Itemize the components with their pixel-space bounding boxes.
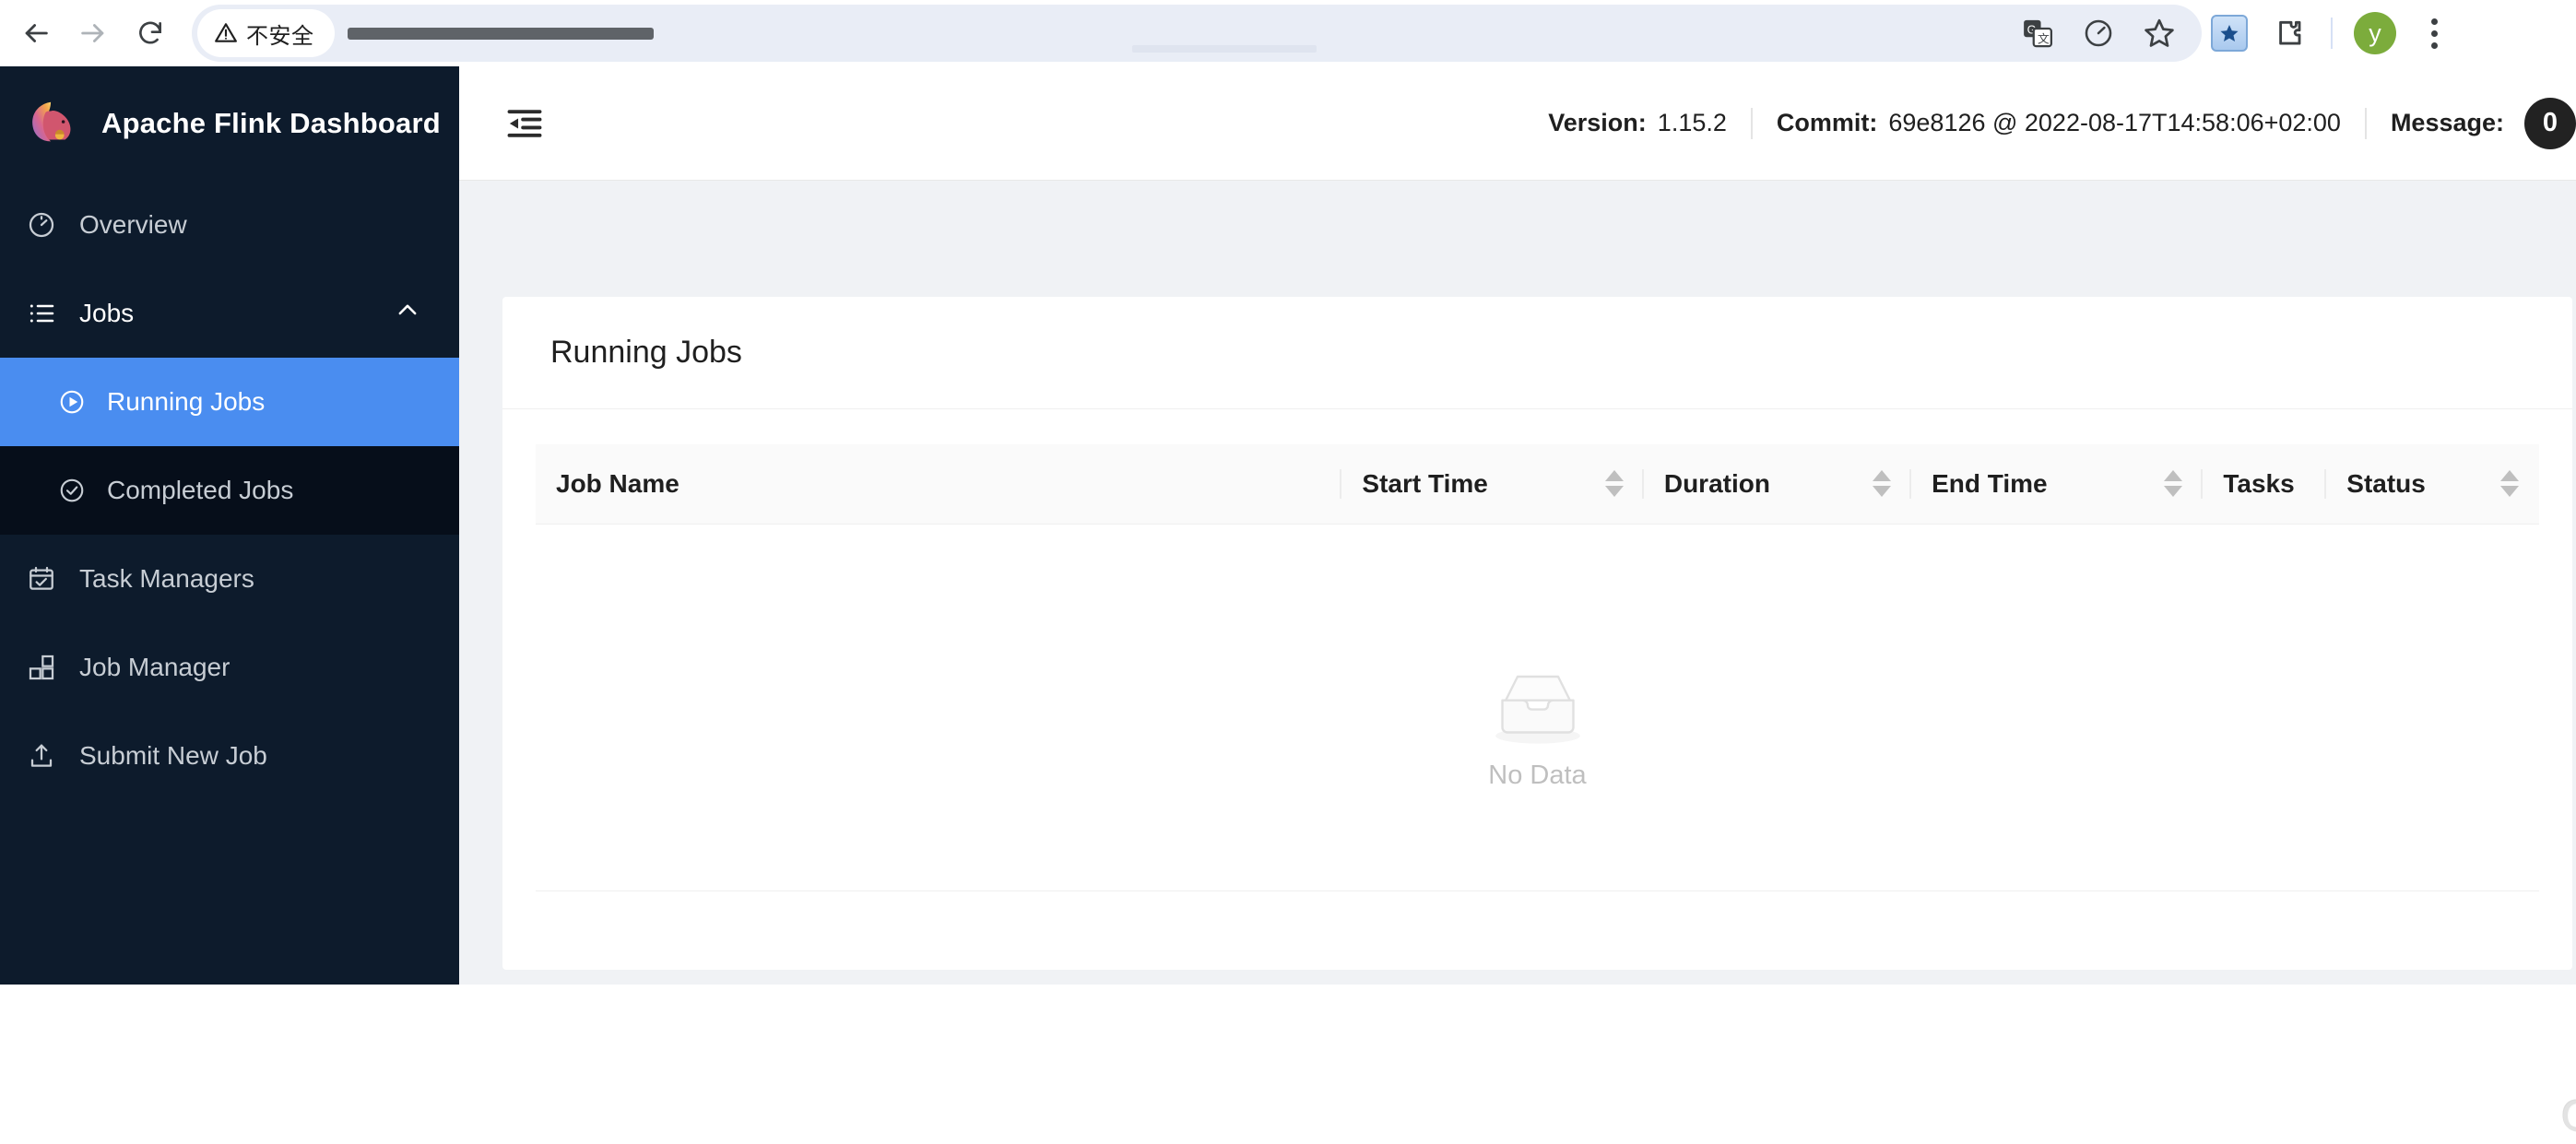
address-bar[interactable]: 不安全 G 文 <box>192 5 2202 62</box>
upload-icon <box>26 740 57 772</box>
sort-toggle-icon[interactable] <box>2164 470 2183 498</box>
back-button[interactable] <box>7 5 65 62</box>
card-header: Running Jobs <box>502 297 2572 409</box>
column-label: Job Name <box>556 468 679 498</box>
browser-extension-area: y <box>2202 6 2471 61</box>
sort-toggle-icon[interactable] <box>1604 470 1624 498</box>
column-header-status[interactable]: Status <box>2326 444 2539 525</box>
table-header-row: Job Name Start Time Duration End Time Ta… <box>536 444 2539 525</box>
chevron-up-icon[interactable] <box>395 298 420 330</box>
column-header-start-time[interactable]: Start Time <box>1341 444 1644 525</box>
flink-squirrel-logo <box>32 101 71 142</box>
empty-state-row: No Data <box>536 524 2539 891</box>
check-circle-icon <box>57 476 87 505</box>
version-label: Version: <box>1548 109 1647 136</box>
toolbar-divider <box>2331 18 2333 49</box>
avatar-initial: y <box>2354 12 2396 54</box>
commit-label: Commit: <box>1776 109 1878 136</box>
message-count-badge[interactable]: 0 <box>2524 97 2576 149</box>
forward-button[interactable] <box>65 5 122 62</box>
arrow-right-icon <box>81 24 104 42</box>
reload-icon <box>139 21 161 44</box>
bookmark-star-icon[interactable] <box>2132 6 2187 61</box>
column-header-duration[interactable]: Duration <box>1643 444 1912 525</box>
extensions-puzzle-icon[interactable] <box>2261 6 2316 61</box>
reload-button[interactable] <box>122 5 179 62</box>
security-badge-label: 不安全 <box>246 22 314 49</box>
list-icon <box>26 298 57 329</box>
sidebar-item-submit-new-job[interactable]: Submit New Job <box>0 712 459 800</box>
navigation-buttons <box>0 5 179 62</box>
sidebar-item-job-manager[interactable]: Job Manager <box>0 623 459 712</box>
sidebar-item-label: Overview <box>79 210 187 239</box>
column-label: End Time <box>1932 468 2048 498</box>
avatar[interactable]: y <box>2347 6 2403 61</box>
version-value: 1.15.2 <box>1657 109 1727 136</box>
dashboard-gauge-icon <box>26 209 57 241</box>
empty-state: No Data <box>537 624 2538 791</box>
running-jobs-card: Running Jobs Job Name Start Time Duratio… <box>502 297 2572 970</box>
empty-state-text: No Data <box>1488 760 1587 790</box>
bookmark-manager-extension-tile <box>2211 15 2248 52</box>
warning-triangle-icon <box>215 23 237 42</box>
brand-title: Apache Flink Dashboard <box>101 107 441 139</box>
brand[interactable]: Apache Flink Dashboard <box>0 66 459 181</box>
meta-divider <box>2364 107 2367 139</box>
omnibox-icons: G 文 <box>2010 6 2202 61</box>
url-text-redacted <box>347 27 654 40</box>
calendar-check-icon <box>26 563 57 595</box>
play-circle-icon <box>57 387 87 417</box>
bookmark-manager-extension-icon[interactable] <box>2202 6 2257 61</box>
sidebar-item-overview[interactable]: Overview <box>0 181 459 269</box>
sidebar-item-label: Jobs <box>79 299 135 327</box>
arrow-left-icon <box>25 24 48 42</box>
column-label: Status <box>2346 468 2426 498</box>
table-body: No Data <box>536 524 2539 891</box>
sidebar: Apache Flink Dashboard Overview Jobs Run… <box>0 66 459 985</box>
translate-icon[interactable]: G 文 <box>2010 6 2065 61</box>
sidebar-item-completed-jobs[interactable]: Completed Jobs <box>0 446 459 535</box>
url-suggestion-ghost <box>1132 45 1317 53</box>
topbar: Version: 1.15.2 Commit: 69e8126 @ 2022-0… <box>459 66 2576 181</box>
sidebar-subitem-label: Running Jobs <box>107 387 266 416</box>
meta-divider <box>1750 107 1753 139</box>
jobs-table: Job Name Start Time Duration End Time Ta… <box>536 444 2539 891</box>
site-security-badge[interactable]: 不安全 <box>197 9 335 57</box>
sidebar-subitem-label: Completed Jobs <box>107 476 294 504</box>
content-area: Running Jobs Job Name Start Time Duratio… <box>459 181 2576 1141</box>
sidebar-item-label: Submit New Job <box>79 741 267 770</box>
column-header-end-time[interactable]: End Time <box>1911 444 2204 525</box>
column-label: Start Time <box>1362 468 1488 498</box>
jobs-table-wrapper: Job Name Start Time Duration End Time Ta… <box>502 409 2572 891</box>
column-label: Tasks <box>2223 468 2295 498</box>
sidebar-item-running-jobs[interactable]: Running Jobs <box>0 358 459 446</box>
topbar-meta: Version: 1.15.2 Commit: 69e8126 @ 2022-0… <box>1548 97 2576 149</box>
commit-value: 69e8126 @ 2022-08-17T14:58:06+02:00 <box>1888 109 2341 136</box>
column-header-tasks[interactable]: Tasks <box>2203 444 2327 525</box>
column-label: Duration <box>1663 468 1770 498</box>
svg-text:文: 文 <box>2038 32 2050 46</box>
performance-gauge-icon[interactable] <box>2071 6 2126 61</box>
empty-state-cell: No Data <box>536 524 2539 891</box>
message-label: Message: <box>2390 109 2504 136</box>
page-title: Running Jobs <box>550 335 742 370</box>
browser-toolbar: 不安全 G 文 y <box>0 0 2576 66</box>
column-header-job-name[interactable]: Job Name <box>536 444 1342 525</box>
empty-inbox-icon <box>1495 675 1580 744</box>
sidebar-submenu-jobs: Running Jobs Completed Jobs <box>0 358 459 535</box>
sidebar-item-label: Job Manager <box>79 653 230 681</box>
sort-toggle-icon[interactable] <box>2500 470 2519 498</box>
menu-fold-icon[interactable] <box>500 99 549 148</box>
flink-dashboard-app: Apache Flink Dashboard Overview Jobs Run… <box>0 66 2576 1141</box>
sidebar-item-jobs[interactable]: Jobs <box>0 269 459 358</box>
sidebar-item-label: Task Managers <box>79 564 254 593</box>
layout-blocks-icon <box>26 652 57 683</box>
three-dot-menu-icon[interactable] <box>2406 6 2462 61</box>
watermark: CSDN @dylan_白羊 <box>2561 1079 2576 1144</box>
sidebar-item-task-managers[interactable]: Task Managers <box>0 535 459 623</box>
sort-toggle-icon[interactable] <box>1873 470 1892 498</box>
